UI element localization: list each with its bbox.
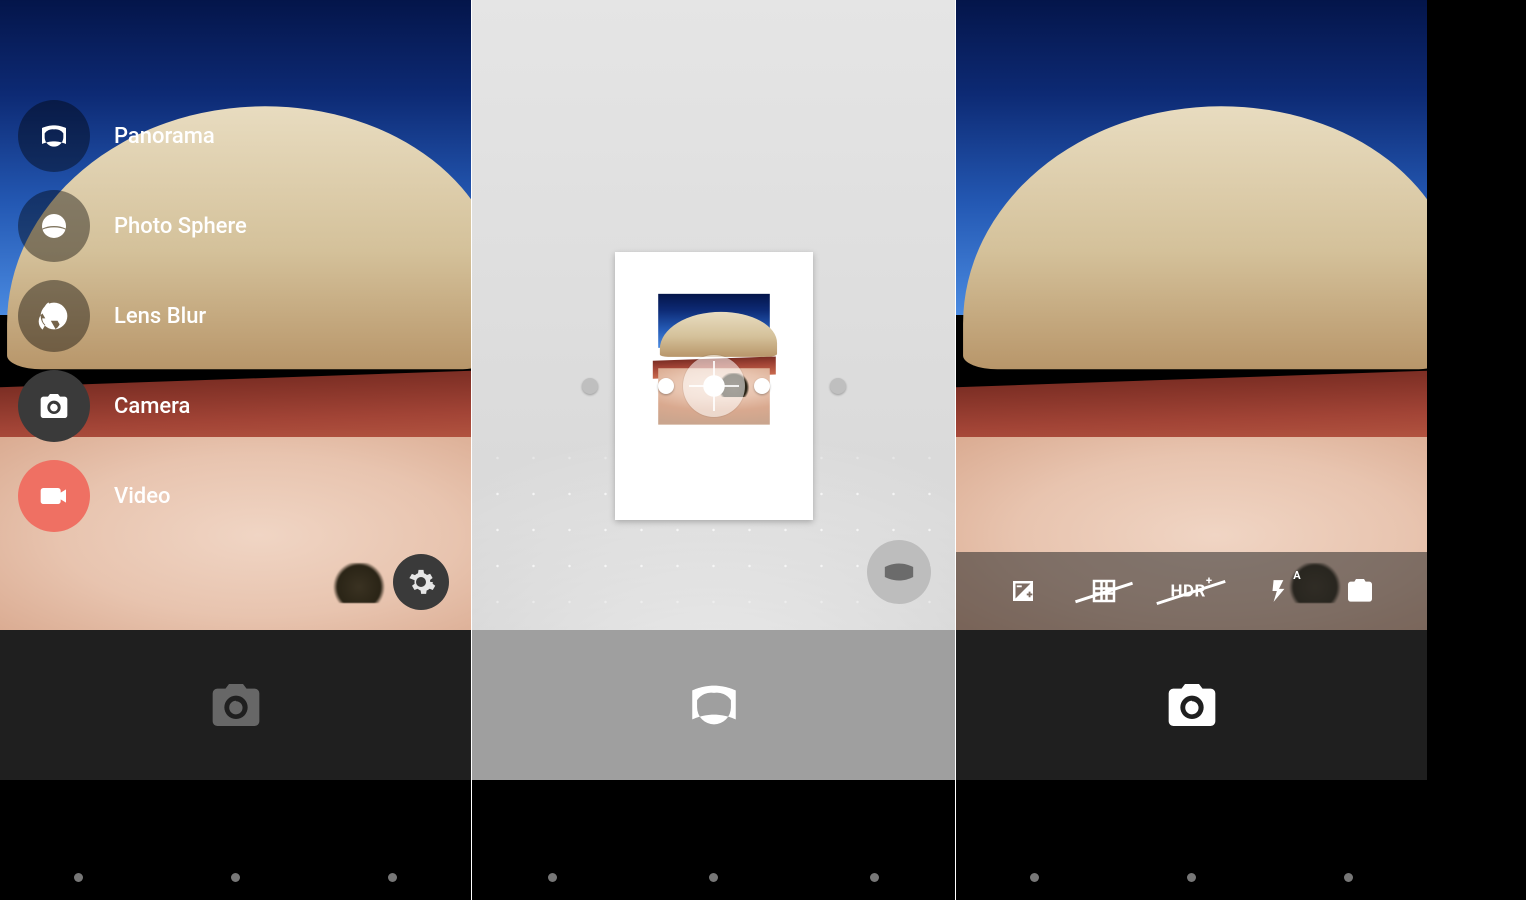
panorama-icon bbox=[685, 676, 743, 734]
panorama-type-button[interactable] bbox=[867, 540, 931, 604]
nav-back[interactable] bbox=[548, 873, 557, 882]
stitch-target bbox=[683, 355, 745, 417]
quick-settings-bar: HDR+ A bbox=[956, 552, 1427, 630]
flash-auto-icon bbox=[1266, 578, 1292, 604]
panel-modes: Panorama Photo Sphere Lens Blur Camera bbox=[0, 0, 471, 900]
shutter-bar bbox=[472, 630, 955, 780]
shutter-bar bbox=[0, 630, 471, 780]
camera-icon bbox=[1164, 677, 1220, 733]
switch-camera-button[interactable] bbox=[1336, 567, 1384, 615]
mode-panorama[interactable]: Panorama bbox=[18, 100, 247, 172]
gear-icon bbox=[406, 567, 436, 597]
videocam-icon bbox=[18, 460, 90, 532]
mode-label: Video bbox=[114, 484, 170, 509]
mode-video[interactable]: Video bbox=[18, 460, 247, 532]
panel-panorama-capture bbox=[472, 0, 955, 900]
panorama-icon bbox=[18, 100, 90, 172]
mode-label: Photo Sphere bbox=[114, 214, 247, 239]
grid-toggle-button[interactable] bbox=[1080, 567, 1128, 615]
hdr-toggle-button[interactable]: HDR+ bbox=[1161, 567, 1221, 615]
camera-icon bbox=[18, 370, 90, 442]
shutter-button[interactable] bbox=[1164, 677, 1220, 733]
mode-label: Panorama bbox=[114, 124, 215, 149]
photosphere-icon bbox=[18, 190, 90, 262]
nav-home[interactable] bbox=[709, 873, 718, 882]
mode-label: Lens Blur bbox=[114, 304, 206, 329]
exposure-button[interactable] bbox=[999, 567, 1047, 615]
android-navbar bbox=[472, 780, 955, 900]
stitch-dot bbox=[658, 378, 674, 394]
shutter-bar bbox=[956, 630, 1427, 780]
nav-recents[interactable] bbox=[1344, 873, 1353, 882]
mode-photosphere[interactable]: Photo Sphere bbox=[18, 190, 247, 262]
aperture-icon bbox=[18, 280, 90, 352]
stitch-dot bbox=[830, 378, 846, 394]
stitch-dot bbox=[754, 378, 770, 394]
exposure-icon bbox=[1008, 576, 1038, 606]
nav-back[interactable] bbox=[1030, 873, 1039, 882]
panorama-wide-icon bbox=[882, 555, 916, 589]
nav-home[interactable] bbox=[231, 873, 240, 882]
mode-label: Camera bbox=[114, 394, 190, 419]
settings-button[interactable] bbox=[393, 554, 449, 610]
stitch-dot bbox=[582, 378, 598, 394]
switch-camera-icon bbox=[1344, 575, 1376, 607]
nav-recents[interactable] bbox=[870, 873, 879, 882]
mode-lensblur[interactable]: Lens Blur bbox=[18, 280, 247, 352]
panorama-shutter-button[interactable] bbox=[685, 676, 743, 734]
flash-toggle-button[interactable]: A bbox=[1255, 567, 1303, 615]
nav-recents[interactable] bbox=[388, 873, 397, 882]
android-navbar bbox=[956, 780, 1427, 900]
nav-back[interactable] bbox=[74, 873, 83, 882]
camera-icon bbox=[208, 677, 264, 733]
nav-home[interactable] bbox=[1187, 873, 1196, 882]
mode-camera[interactable]: Camera bbox=[18, 370, 247, 442]
android-navbar bbox=[0, 780, 471, 900]
flash-auto-badge: A bbox=[1293, 569, 1300, 582]
mode-list: Panorama Photo Sphere Lens Blur Camera bbox=[18, 100, 247, 532]
panel-camera-viewfinder: HDR+ A bbox=[956, 0, 1427, 900]
